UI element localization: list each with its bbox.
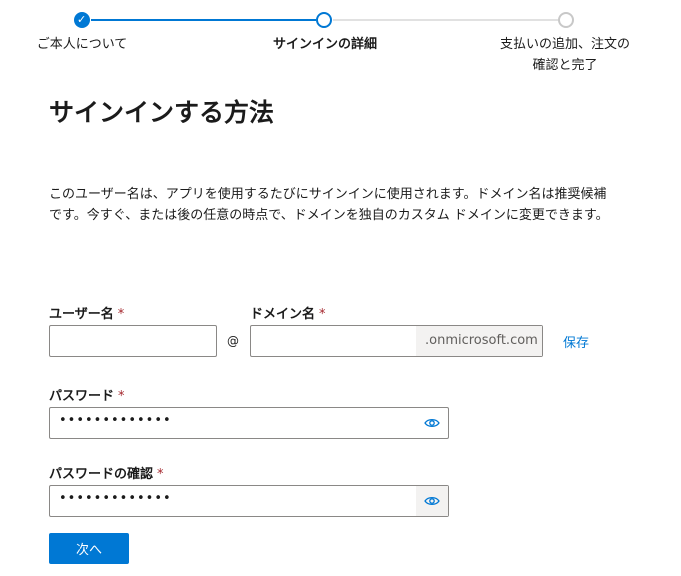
username-input[interactable]	[49, 325, 217, 357]
confirm-password-label: パスワードの確認 *	[49, 463, 164, 482]
required-mark: *	[118, 389, 125, 404]
page-title: サインインする方法	[49, 98, 275, 127]
step-current-indicator	[316, 12, 332, 28]
confirm-password-input[interactable]: •••••••••••••	[49, 485, 449, 517]
eye-icon	[424, 418, 440, 428]
checkmark-icon: ✓	[77, 13, 87, 26]
at-symbol: @	[227, 334, 239, 348]
username-label: ユーザー名 *	[49, 303, 124, 322]
eye-icon	[424, 496, 440, 506]
required-mark: *	[157, 467, 164, 482]
show-password-button[interactable]	[416, 408, 448, 438]
domain-label-text: ドメイン名	[250, 307, 316, 322]
next-button[interactable]: 次へ	[49, 533, 129, 564]
page-description: このユーザー名は、アプリを使用するたびにサインインに使用されます。ドメイン名は推…	[49, 187, 609, 223]
stepper-line-complete	[91, 19, 316, 21]
step-label-about-you: ご本人について	[36, 37, 128, 52]
required-mark: *	[319, 307, 326, 322]
password-label-text: パスワード	[49, 389, 115, 404]
password-input[interactable]: •••••••••••••	[49, 407, 449, 439]
password-label: パスワード *	[49, 385, 125, 404]
step-pending-indicator	[558, 12, 574, 28]
step-label-payment: 支払いの追加、注文の 確認と完了	[499, 37, 630, 73]
confirm-password-masked-value: •••••••••••••	[59, 491, 172, 506]
domain-suffix: .onmicrosoft.com	[416, 326, 542, 356]
save-link[interactable]: 保存	[563, 332, 589, 351]
domain-label: ドメイン名 *	[250, 303, 326, 322]
username-label-text: ユーザー名	[49, 307, 114, 322]
show-confirm-password-button[interactable]	[416, 486, 448, 516]
required-mark: *	[117, 307, 125, 322]
domain-input[interactable]: .onmicrosoft.com	[250, 325, 543, 357]
stepper-line-pending	[333, 19, 558, 21]
step-label-signin-details: サインインの詳細	[272, 37, 377, 52]
step-complete-indicator: ✓	[74, 12, 90, 28]
password-masked-value: •••••••••••••	[59, 413, 172, 428]
confirm-password-label-text: パスワードの確認	[49, 467, 154, 482]
